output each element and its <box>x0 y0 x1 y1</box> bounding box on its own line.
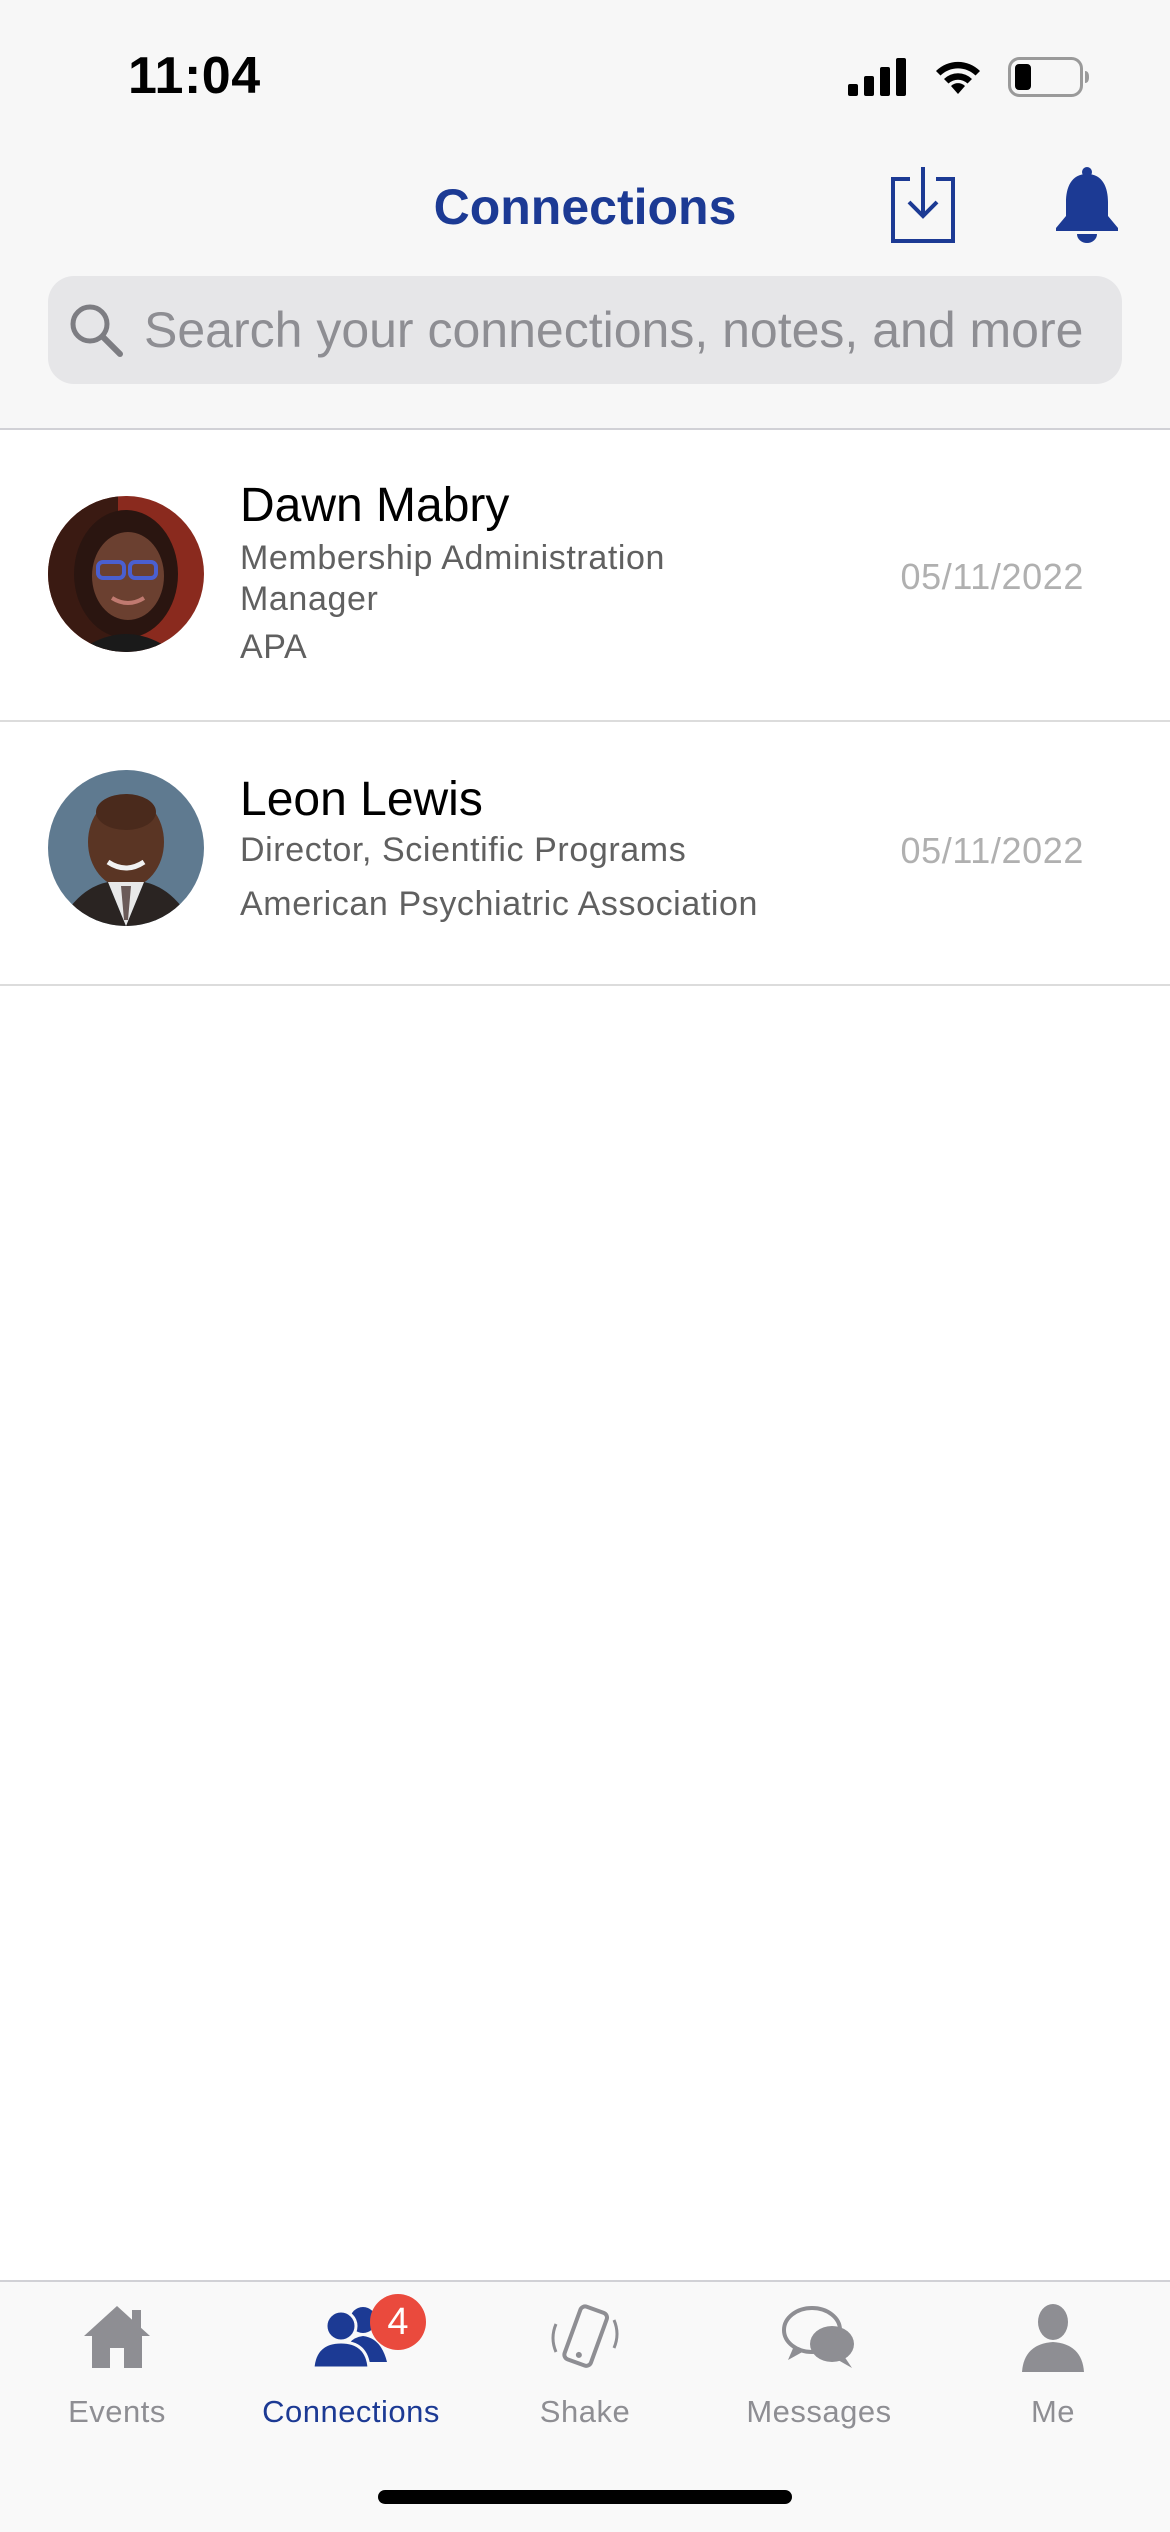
tab-label: Me <box>1030 2394 1076 2429</box>
home-icon <box>84 2306 150 2368</box>
tab-me[interactable]: Me <box>936 2282 1170 2442</box>
connection-name: Leon Lewis <box>240 773 483 826</box>
status-icons <box>848 52 1090 102</box>
tab-shake[interactable]: Shake <box>468 2282 702 2442</box>
wifi-icon <box>936 61 980 94</box>
status-time: 11:04 <box>128 47 261 105</box>
download-button[interactable] <box>890 165 956 245</box>
bell-icon <box>1056 167 1118 243</box>
notifications-button[interactable] <box>1052 166 1122 244</box>
search-bar[interactable] <box>48 276 1122 384</box>
connection-row[interactable]: Leon Lewis Director, Scientific Programs… <box>0 722 1170 986</box>
connections-screen: 11:04 Connections Search your connection… <box>0 0 1170 2532</box>
battery-icon <box>1008 57 1089 97</box>
connection-title: Director, Scientific Programs <box>240 831 687 869</box>
connection-name: Dawn Mabry <box>240 479 510 532</box>
connection-organization: American Psychiatric Association <box>240 885 759 923</box>
download-icon <box>891 167 955 243</box>
connection-date: 05/11/2022 <box>900 556 1084 597</box>
connection-date: 05/11/2022 <box>900 830 1084 871</box>
avatar <box>48 770 204 926</box>
connection-organization: APA <box>240 628 308 666</box>
tab-label: Connections <box>262 2394 440 2429</box>
chat-bubbles-icon <box>782 2306 854 2368</box>
page-title: Connections <box>433 179 737 235</box>
person-icon <box>1022 2304 1084 2372</box>
search-input[interactable] <box>144 301 1122 359</box>
phone-shake-icon <box>551 2304 619 2368</box>
connection-row[interactable]: Dawn Mabry Membership Administration Man… <box>0 430 1170 722</box>
tab-label: Messages <box>746 2394 892 2429</box>
search-icon <box>70 304 123 357</box>
tab-events[interactable]: Events <box>0 2282 234 2442</box>
home-indicator[interactable] <box>378 2490 792 2504</box>
tab-messages[interactable]: Messages <box>702 2282 936 2442</box>
tab-label: Events <box>68 2394 166 2429</box>
notification-badge: 4 <box>370 2294 426 2350</box>
connections-list: Dawn Mabry Membership Administration Man… <box>0 430 1170 986</box>
header: 11:04 Connections <box>0 0 1170 430</box>
tab-label: Shake <box>539 2394 631 2429</box>
tab-connections[interactable]: 4 Connections <box>234 2282 468 2442</box>
cellular-signal-icon <box>848 58 906 96</box>
connection-title-continued: Manager <box>240 580 379 618</box>
avatar <box>48 496 204 652</box>
connection-title: Membership Administration <box>240 539 666 577</box>
